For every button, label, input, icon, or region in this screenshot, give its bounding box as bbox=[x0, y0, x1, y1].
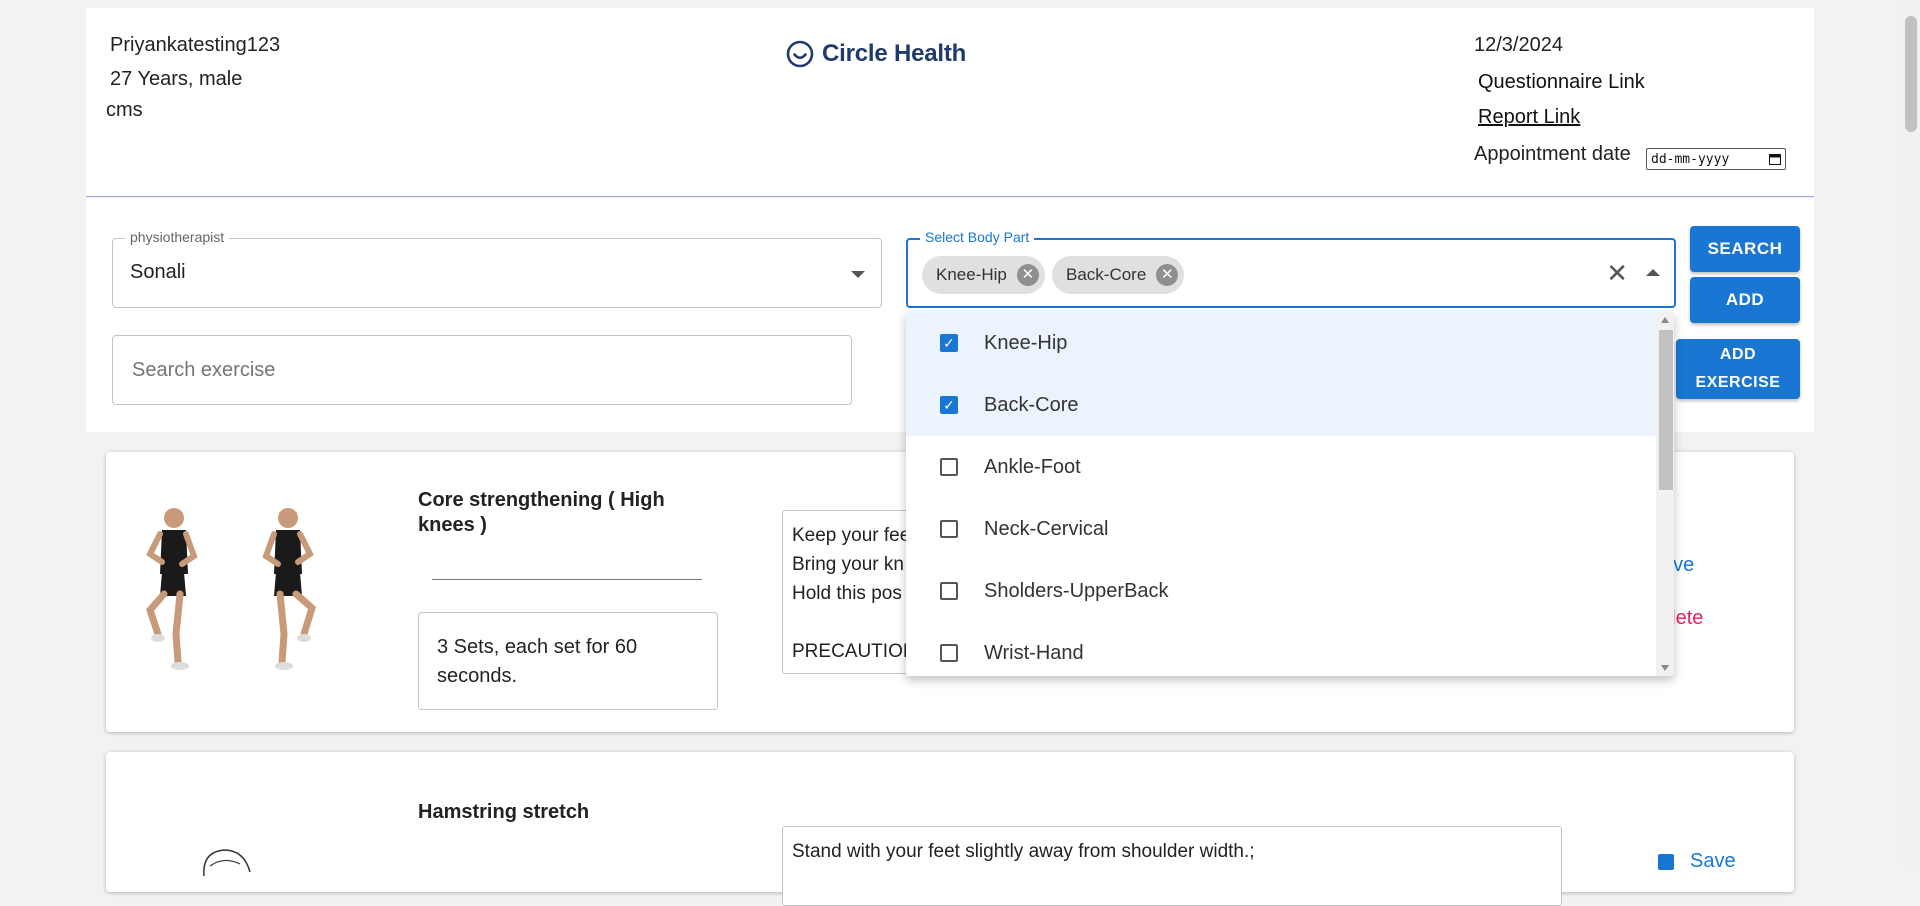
scroll-down-arrow-icon[interactable] bbox=[1661, 665, 1669, 671]
appointment-date-placeholder: dd-mm-yyyy bbox=[1651, 151, 1730, 167]
search-button[interactable]: SEARCH bbox=[1690, 226, 1800, 272]
add-exercise-line-1: ADD bbox=[1719, 346, 1757, 363]
menu-item-label: Back-Core bbox=[984, 393, 1079, 416]
add-exercise-line-2: EXERCISE bbox=[1695, 374, 1781, 391]
menu-item-label: Knee-Hip bbox=[984, 331, 1068, 354]
chip-back-core[interactable]: Back-Core ✕ bbox=[1052, 256, 1185, 294]
checkbox-icon[interactable] bbox=[940, 644, 958, 662]
body-part-label: Select Body Part bbox=[920, 229, 1035, 245]
exercise-illustration-image bbox=[203, 849, 251, 877]
checkbox-icon[interactable] bbox=[940, 582, 958, 600]
appointment-date-label: Appointment date bbox=[1474, 143, 1631, 165]
menu-item-neck-cervical[interactable]: Neck-Cervical bbox=[906, 498, 1656, 560]
checkbox-checked-icon[interactable]: ✓ bbox=[940, 334, 958, 352]
questionnaire-link[interactable]: Questionnaire Link bbox=[1478, 71, 1645, 94]
menu-item-back-core[interactable]: ✓ Back-Core bbox=[906, 374, 1656, 436]
calendar-icon[interactable] bbox=[1769, 153, 1781, 165]
exercise-illustration-image bbox=[262, 508, 317, 670]
smile-logo-icon bbox=[786, 40, 814, 68]
menu-item-label: Wrist-Hand bbox=[984, 641, 1084, 664]
exercise-description-field[interactable]: Stand with your feet slightly away from … bbox=[782, 826, 1562, 906]
exercise-title: Hamstring stretch bbox=[418, 801, 590, 823]
menu-item-label: Ankle-Foot bbox=[984, 455, 1081, 478]
exercise-input-underline[interactable] bbox=[432, 579, 702, 580]
patient-name: Priyankatesting123 bbox=[110, 34, 281, 56]
menu-item-wrist-hand[interactable]: Wrist-Hand bbox=[906, 622, 1656, 676]
menu-scroll-thumb[interactable] bbox=[1659, 330, 1673, 490]
add-exercise-button[interactable]: ADD EXERCISE bbox=[1676, 339, 1800, 399]
menu-item-sholders-upperback[interactable]: Sholders-UpperBack bbox=[906, 560, 1656, 622]
chip-label: Back-Core bbox=[1066, 265, 1147, 284]
menu-item-label: Neck-Cervical bbox=[984, 517, 1109, 540]
menu-item-ankle-foot[interactable]: Ankle-Foot bbox=[906, 436, 1656, 498]
save-button[interactable]: Save bbox=[1658, 850, 1736, 873]
page-scrollbar[interactable] bbox=[1900, 0, 1920, 867]
exercise-title: Core strengthening ( High knees ) bbox=[418, 489, 665, 536]
search-exercise-input[interactable] bbox=[130, 358, 834, 383]
menu-scrollbar[interactable] bbox=[1656, 312, 1674, 676]
caret-down-icon[interactable] bbox=[851, 271, 865, 278]
chip-label: Knee-Hip bbox=[936, 265, 1007, 284]
brand-logo: Circle Health bbox=[786, 40, 966, 68]
caret-up-icon[interactable] bbox=[1646, 269, 1660, 276]
patient-age-gender: 27 Years, male bbox=[110, 68, 243, 90]
body-part-select[interactable]: Select Body Part Knee-Hip ✕ Back-Core ✕ … bbox=[906, 229, 1676, 308]
appointment-date-input[interactable]: dd-mm-yyyy bbox=[1646, 148, 1786, 170]
exercise-card: Hamstring stretch Stand with your feet s… bbox=[106, 752, 1794, 906]
add-button[interactable]: ADD bbox=[1690, 277, 1800, 323]
exercise-illustration-image bbox=[146, 508, 198, 670]
checkbox-checked-icon[interactable]: ✓ bbox=[940, 396, 958, 414]
search-exercise-field[interactable] bbox=[112, 335, 852, 405]
patient-header: Priyankatesting123 27 Years, male cms Ci… bbox=[86, 8, 1814, 197]
physiotherapist-label: physiotherapist bbox=[125, 229, 230, 245]
patient-unit: cms bbox=[106, 99, 143, 121]
scroll-up-arrow-icon[interactable] bbox=[1661, 317, 1669, 323]
physiotherapist-value: Sonali bbox=[130, 261, 186, 283]
menu-item-label: Sholders-UpperBack bbox=[984, 579, 1169, 602]
chip-remove-icon[interactable]: ✕ bbox=[1156, 264, 1179, 286]
brand-name: Circle Health bbox=[822, 40, 967, 67]
page-scroll-thumb[interactable] bbox=[1905, 16, 1917, 132]
report-link[interactable]: Report Link bbox=[1478, 106, 1580, 129]
chip-remove-icon[interactable]: ✕ bbox=[1016, 264, 1039, 286]
physiotherapist-select[interactable]: physiotherapist Sonali bbox=[112, 229, 882, 308]
clear-icon[interactable]: ✕ bbox=[1606, 260, 1628, 286]
current-date: 12/3/2024 bbox=[1474, 34, 1563, 56]
checkbox-icon[interactable] bbox=[940, 520, 958, 538]
body-part-dropdown-menu: ✓ Knee-Hip ✓ Back-Core Ankle-Foot Neck-C… bbox=[906, 312, 1674, 676]
checkbox-icon[interactable] bbox=[940, 458, 958, 476]
exercise-sets-field[interactable]: 3 Sets, each set for 60 seconds. bbox=[418, 612, 718, 710]
save-checkbox-icon[interactable] bbox=[1658, 853, 1674, 870]
chip-knee-hip[interactable]: Knee-Hip ✕ bbox=[922, 256, 1045, 294]
save-label: Save bbox=[1690, 850, 1736, 872]
menu-item-knee-hip[interactable]: ✓ Knee-Hip bbox=[906, 312, 1656, 374]
